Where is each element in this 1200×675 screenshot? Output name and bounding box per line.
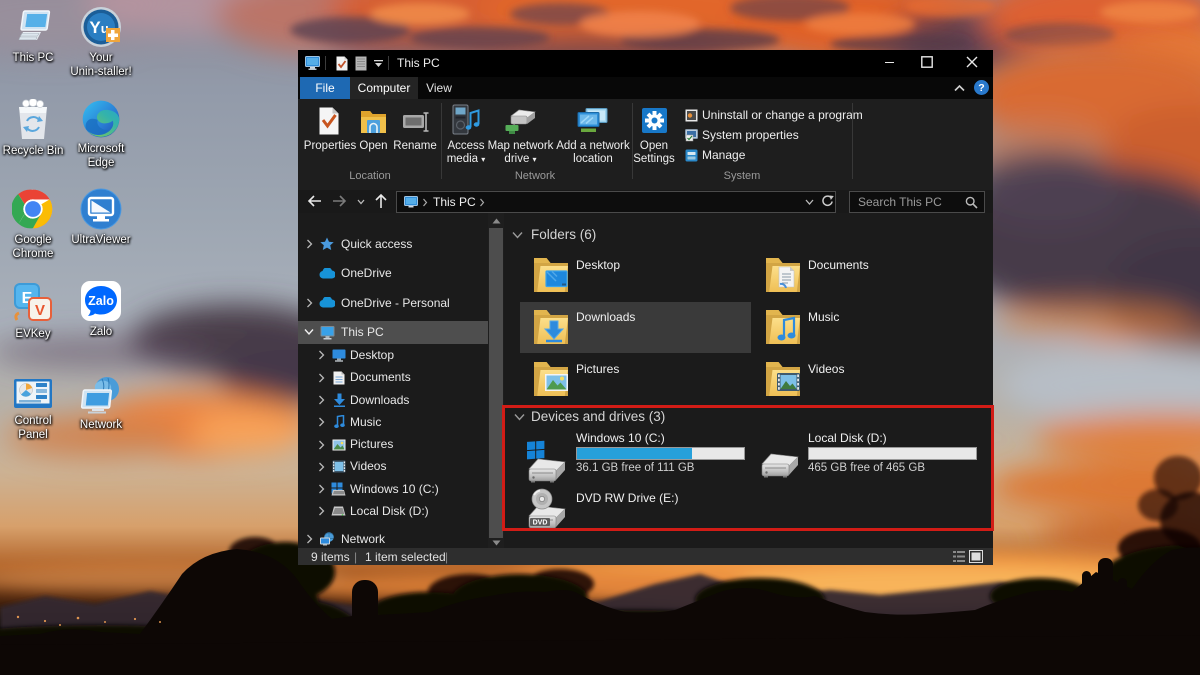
svg-text:?: ? (978, 82, 984, 94)
svg-text:V: V (35, 302, 45, 319)
svg-text:Zalo: Zalo (88, 294, 114, 308)
svg-text:Yu: Yu (89, 18, 108, 37)
